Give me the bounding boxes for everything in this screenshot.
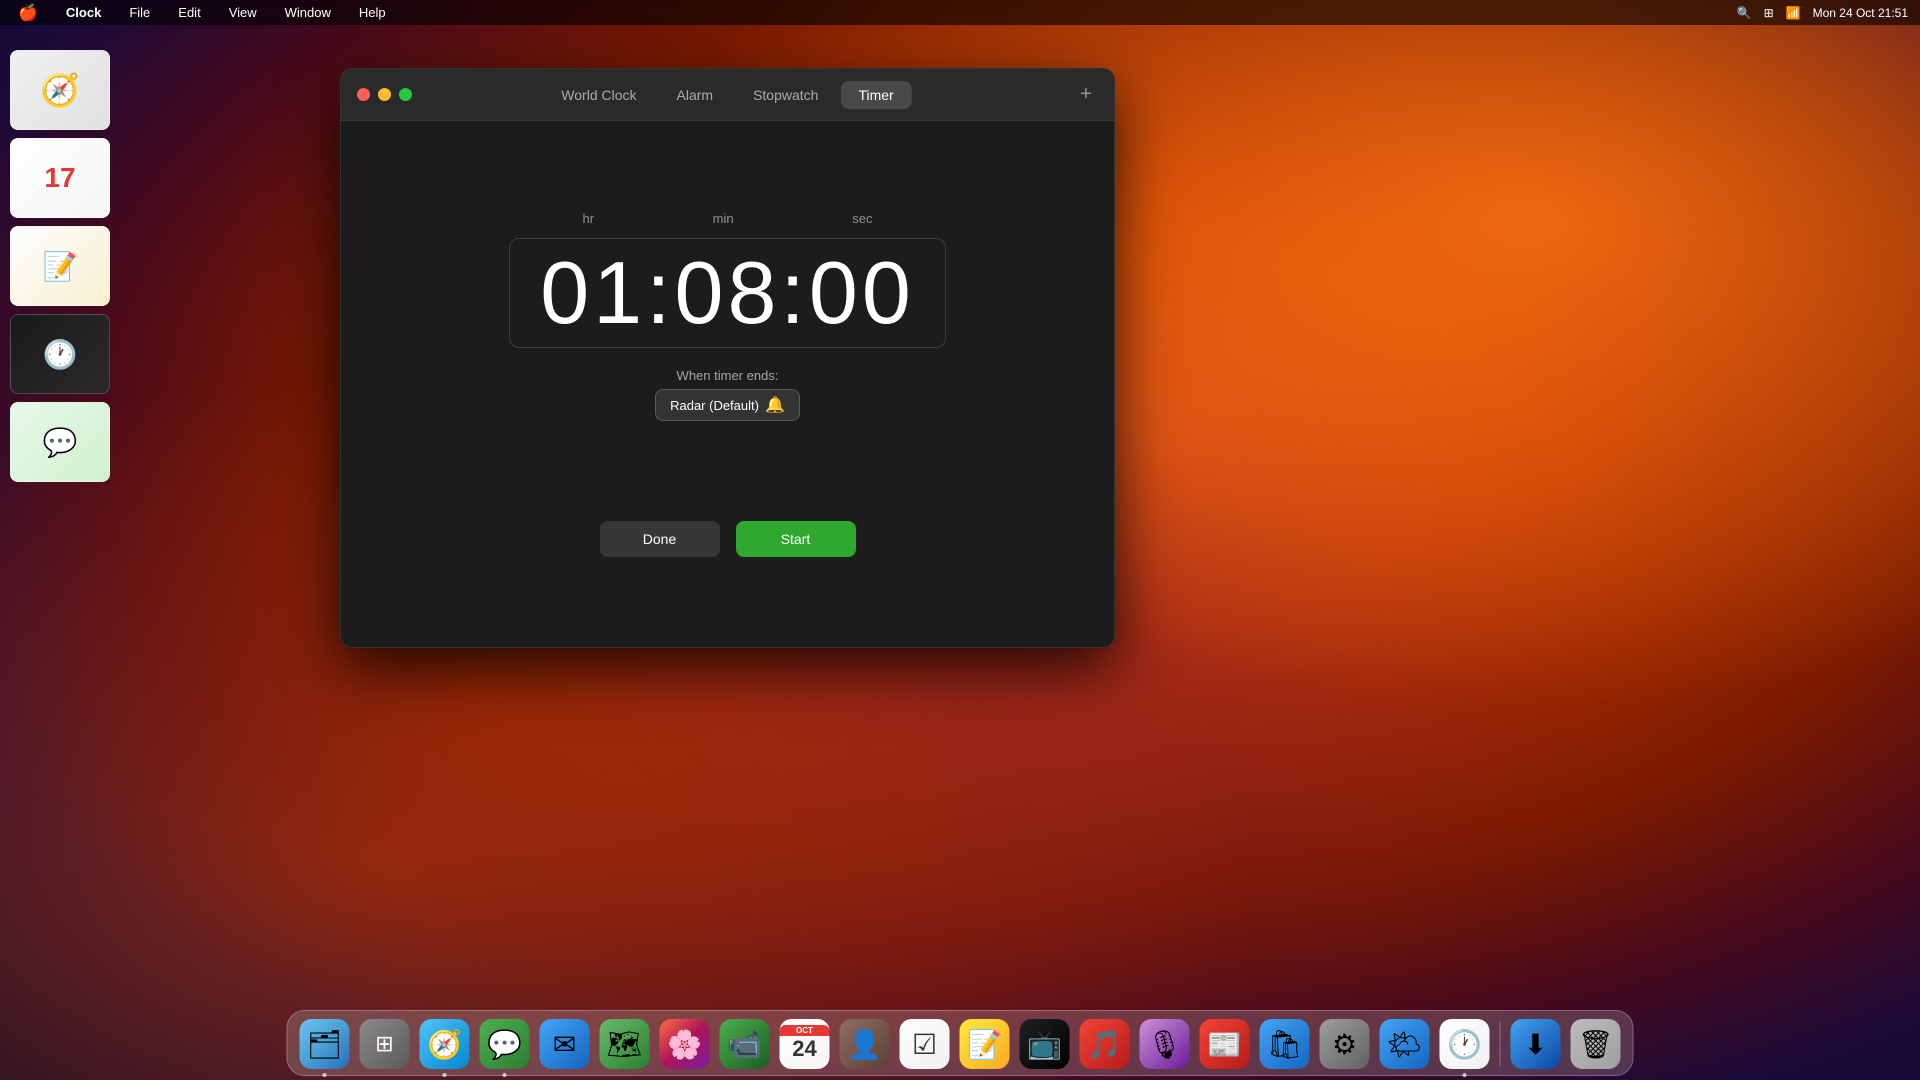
dock-item-clock[interactable]: 🕐 [1438,1017,1492,1071]
wifi-icon[interactable]: 📶 [1786,6,1801,20]
menu-view[interactable]: View [223,3,263,22]
dock-item-notes[interactable]: 📝 [958,1017,1012,1071]
control-center-icon[interactable]: ⊞ [1764,6,1774,20]
thumbnail-messages[interactable]: 💬 [10,402,110,482]
window-controls [357,88,412,101]
thumbnail-notes[interactable]: 📝 [10,226,110,306]
window-content: hr min sec 01:08:00 When timer ends: Rad… [341,121,1114,647]
add-tab-button[interactable]: + [1074,83,1098,107]
dock-item-music[interactable]: 🎵 [1078,1017,1132,1071]
tab-stopwatch[interactable]: Stopwatch [735,81,836,109]
dock-item-facetime[interactable]: 📹 [718,1017,772,1071]
tab-timer[interactable]: Timer [840,81,911,109]
timer-display[interactable]: 01:08:00 [540,249,915,337]
sound-icon: 🔔 [765,395,785,415]
dock-item-podcasts[interactable]: 🎙 [1138,1017,1192,1071]
timer-sound-label: When timer ends: [677,368,779,383]
dock-item-maps[interactable]: 🗺 [598,1017,652,1071]
dock-item-messages[interactable]: 💬 [478,1017,532,1071]
menu-help[interactable]: Help [353,3,392,22]
clock-window: World Clock Alarm Stopwatch Timer + hr m… [340,68,1115,648]
dock-item-calendar[interactable]: OCT 24 [778,1017,832,1071]
window-tabs: World Clock Alarm Stopwatch Timer [543,81,911,109]
dock-dot-finder [323,1073,327,1077]
tab-world-clock[interactable]: World Clock [543,81,654,109]
apple-menu[interactable]: 🍎 [12,1,44,25]
timer-display-wrapper[interactable]: 01:08:00 [509,238,946,348]
dock: 🗂 ⊞ 🧭 💬 ✉ 🗺 🌸 📹 OCT 24 👤 ☑ 📝 📺 [287,1010,1634,1076]
search-icon[interactable]: 🔍 [1737,6,1752,20]
dock-item-safari[interactable]: 🧭 [418,1017,472,1071]
window-titlebar: World Clock Alarm Stopwatch Timer + [341,69,1114,121]
dock-dot-messages [503,1073,507,1077]
datetime-display: Mon 24 Oct 21:51 [1813,6,1908,20]
thumbnail-calendar[interactable]: 17 [10,138,110,218]
dock-item-airdrop[interactable]: ⬇ [1509,1017,1563,1071]
app-thumbnails: 🧭 17 📝 🕐 💬 [0,40,120,990]
dock-item-contacts[interactable]: 👤 [838,1017,892,1071]
window-minimize-button[interactable] [378,88,391,101]
dock-item-news[interactable]: 📰 [1198,1017,1252,1071]
dock-item-finder[interactable]: 🗂 [298,1017,352,1071]
menu-app-name[interactable]: Clock [60,3,107,22]
thumbnail-dark[interactable]: 🕐 [10,314,110,394]
dock-dot-safari [443,1073,447,1077]
window-maximize-button[interactable] [399,88,412,101]
hr-label: hr [582,211,594,226]
timer-sound-section: When timer ends: Radar (Default) 🔔 [655,368,800,421]
dock-item-appstore[interactable]: 🛍 [1258,1017,1312,1071]
sec-label: sec [852,211,872,226]
tab-alarm[interactable]: Alarm [659,81,732,109]
window-close-button[interactable] [357,88,370,101]
min-label: min [713,211,734,226]
sound-text: Radar (Default) [670,398,759,413]
window-action-buttons: Done Start [600,521,856,557]
menu-file[interactable]: File [123,3,156,22]
dock-item-photos[interactable]: 🌸 [658,1017,712,1071]
menu-edit[interactable]: Edit [172,3,206,22]
timer-sound-button[interactable]: Radar (Default) 🔔 [655,389,800,421]
menubar-left: 🍎 Clock File Edit View Window Help [12,1,392,25]
dock-item-appletv[interactable]: 📺 [1018,1017,1072,1071]
dock-item-mail[interactable]: ✉ [538,1017,592,1071]
menubar: 🍎 Clock File Edit View Window Help 🔍 ⊞ 📶… [0,0,1920,25]
dock-item-launchpad[interactable]: ⊞ [358,1017,412,1071]
dock-separator [1500,1022,1501,1066]
dock-item-weather[interactable]: 🌤 [1378,1017,1432,1071]
dock-item-trash[interactable]: 🗑 [1569,1017,1623,1071]
timer-labels: hr min sec [562,211,892,226]
done-button[interactable]: Done [600,521,720,557]
menu-window[interactable]: Window [279,3,337,22]
thumbnail-safari[interactable]: 🧭 [10,50,110,130]
dock-item-sysprefs[interactable]: ⚙ [1318,1017,1372,1071]
dock-dot-clock [1463,1073,1467,1077]
start-button[interactable]: Start [736,521,856,557]
timer-section: hr min sec 01:08:00 [509,211,946,348]
menubar-right: 🔍 ⊞ 📶 Mon 24 Oct 21:51 [1737,6,1908,20]
dock-item-reminders[interactable]: ☑ [898,1017,952,1071]
